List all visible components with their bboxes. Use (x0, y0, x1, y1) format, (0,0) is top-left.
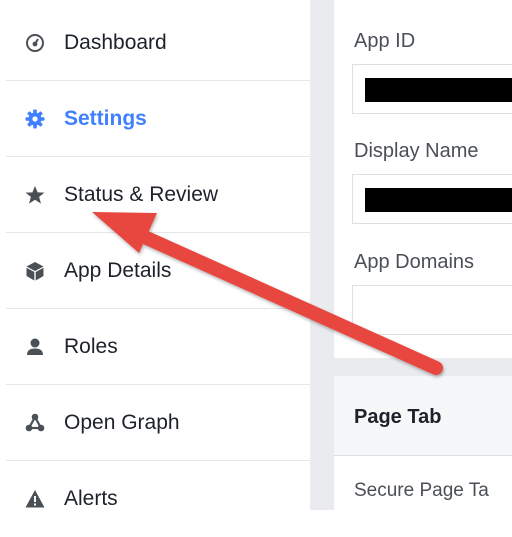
sidebar-item-label: Open Graph (64, 410, 180, 434)
sidebar-item-app-details[interactable]: App Details (6, 233, 310, 309)
section-title: Page Tab (354, 406, 442, 428)
star-icon (24, 184, 46, 206)
sidebar-item-alerts[interactable]: Alerts (6, 461, 310, 537)
display-name-label: Display Name (354, 140, 479, 162)
panel-gutter (310, 0, 334, 510)
sidebar-item-label: Alerts (64, 487, 118, 510)
sidebar-item-label: Status & Review (64, 182, 219, 206)
section-divider (334, 358, 512, 376)
gear-icon (24, 108, 46, 130)
sidebar-item-label: Dashboard (64, 30, 167, 54)
redaction-bar (365, 78, 512, 102)
sidebar-item-label: App Details (64, 258, 172, 282)
app-id-label: App ID (354, 30, 416, 52)
sidebar-item-dashboard[interactable]: Dashboard (6, 5, 310, 81)
redaction-bar (365, 188, 512, 212)
person-icon (24, 336, 46, 358)
dashboard-icon (24, 32, 46, 54)
warning-icon (24, 488, 46, 510)
secure-page-tab-label: Secure Page Ta (354, 480, 489, 501)
sidebar-item-label: Settings (64, 106, 147, 130)
graph-nodes-icon (24, 412, 46, 434)
app-domains-label: App Domains (354, 251, 475, 273)
sidebar-item-open-graph[interactable]: Open Graph (6, 385, 310, 461)
sidebar-item-roles[interactable]: Roles (6, 309, 310, 385)
sidebar-item-label: Roles (64, 334, 118, 358)
app-id-field[interactable] (352, 64, 512, 114)
display-name-field[interactable] (352, 174, 512, 224)
cube-icon (24, 260, 46, 282)
sidebar-item-status-review[interactable]: Status & Review (6, 157, 310, 233)
sidebar-nav: Dashboard Settings Status & Review App D… (0, 0, 310, 510)
sidebar-item-settings[interactable]: Settings (6, 81, 310, 157)
settings-panel: App ID Display Name App Domains Page Tab… (334, 0, 512, 510)
page-tab-header: Page Tab (334, 376, 512, 456)
app-domains-field[interactable] (352, 285, 512, 335)
